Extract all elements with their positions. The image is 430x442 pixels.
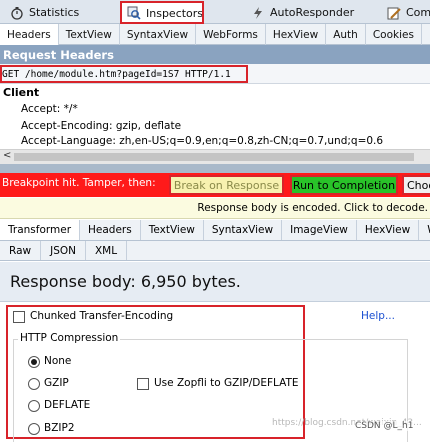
radio-bzip2[interactable] — [28, 423, 40, 435]
zopfli-checkbox[interactable] — [137, 378, 149, 390]
radio-gzip-label: GZIP — [44, 377, 69, 389]
scroll-left-icon[interactable]: < — [3, 150, 11, 161]
resp-tab-transformer[interactable]: Transformer — [0, 220, 81, 240]
header-group-client[interactable]: Client — [3, 86, 39, 99]
scrollbar-thumb[interactable] — [14, 153, 414, 161]
header-accept-language[interactable]: Accept-Language: zh,en-US;q=0.9,en;q=0.8… — [21, 135, 383, 147]
break-on-response-button[interactable]: Break on Response — [169, 175, 284, 195]
request-headers-title: Request Headers — [0, 45, 430, 64]
req-tab-hexview[interactable]: HexView — [266, 24, 327, 45]
resp-tab-syntaxview[interactable]: SyntaxView — [204, 220, 283, 240]
tab-statistics-label: Statistics — [29, 6, 80, 19]
resp-tab-hexview[interactable]: HexView — [357, 220, 420, 240]
header-accept[interactable]: Accept: */* — [21, 103, 78, 115]
zopfli-label: Use Zopfli to GZIP/DEFLATE — [154, 377, 299, 389]
http-compression-title: HTTP Compression — [18, 332, 121, 344]
breakpoint-bar: Breakpoint hit. Tamper, then: Break on R… — [0, 173, 430, 197]
resp-tab-headers[interactable]: Headers — [80, 220, 141, 240]
tab-composer[interactable]: Comp — [381, 1, 430, 24]
compose-icon — [387, 6, 401, 20]
radio-bzip2-label: BZIP2 — [44, 422, 75, 434]
radio-none[interactable] — [28, 356, 40, 368]
horizontal-scrollbar[interactable]: < — [0, 149, 430, 164]
response-body-size: Response body: 6,950 bytes. — [0, 262, 430, 302]
resp-tab-raw[interactable]: Raw — [0, 241, 42, 260]
resp-tab-imageview[interactable]: ImageView — [282, 220, 357, 240]
tab-inspectors-label: Inspectors — [146, 6, 204, 20]
header-accept-encoding[interactable]: Accept-Encoding: gzip, deflate — [21, 120, 181, 132]
help-link[interactable]: Help... — [361, 310, 395, 322]
decode-notice[interactable]: Response body is encoded. Click to decod… — [0, 198, 430, 219]
tab-autoresponder[interactable]: AutoResponder — [245, 1, 360, 24]
stopwatch-icon — [10, 6, 24, 20]
radio-deflate[interactable] — [28, 400, 40, 412]
tab-statistics[interactable]: Statistics — [4, 1, 85, 24]
radio-none-label: None — [44, 355, 72, 367]
req-tab-webforms[interactable]: WebForms — [196, 24, 266, 45]
splitter[interactable] — [0, 164, 430, 173]
choose-response-button[interactable]: Choo — [402, 175, 430, 195]
run-to-completion-button[interactable]: Run to Completion — [290, 175, 398, 195]
csdn-badge: CSDN @L_h1 — [355, 421, 414, 431]
lightning-icon — [251, 6, 265, 20]
chunked-checkbox[interactable] — [13, 311, 25, 323]
response-tabs: Transformer Headers TextView SyntaxView … — [0, 220, 430, 241]
req-tab-syntaxview[interactable]: SyntaxView — [120, 24, 197, 45]
resp-tab-json[interactable]: JSON — [41, 241, 86, 260]
request-tabs: Headers TextView SyntaxView WebForms Hex… — [0, 24, 430, 45]
top-tab-strip: Statistics Inspectors AutoResponder Comp — [0, 0, 430, 24]
resp-tab-textview[interactable]: TextView — [141, 220, 204, 240]
chunked-label: Chunked Transfer-Encoding — [30, 310, 174, 322]
radio-gzip[interactable] — [28, 378, 40, 390]
req-tab-textview[interactable]: TextView — [59, 24, 120, 45]
response-tabs-secondary: Raw JSON XML — [0, 241, 430, 261]
resp-tab-webview[interactable]: W — [419, 220, 430, 240]
resp-tab-xml[interactable]: XML — [86, 241, 128, 260]
req-tab-auth[interactable]: Auth — [326, 24, 366, 45]
breakpoint-message: Breakpoint hit. Tamper, then: — [2, 177, 156, 189]
req-tab-cookies[interactable]: Cookies — [366, 24, 422, 45]
tab-composer-label: Comp — [406, 6, 430, 19]
req-tab-headers[interactable]: Headers — [0, 24, 59, 45]
magnifier-icon — [127, 6, 141, 20]
tab-autoresponder-label: AutoResponder — [270, 6, 355, 19]
request-line[interactable]: GET /home/module.htm?pageId=1S7 HTTP/1.1 — [0, 65, 248, 83]
tab-inspectors[interactable]: Inspectors — [120, 1, 204, 24]
radio-deflate-label: DEFLATE — [44, 399, 91, 411]
